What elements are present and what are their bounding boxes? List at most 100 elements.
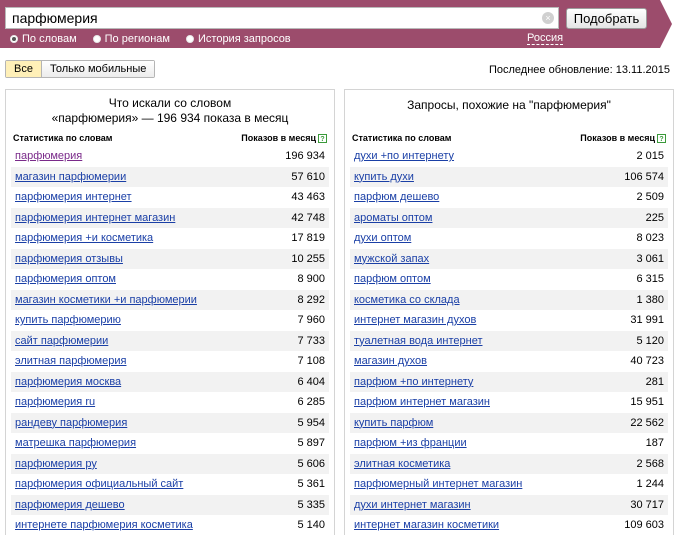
keyword-link[interactable]: интернете парфюмерия косметика [15, 519, 193, 531]
mode-query-history[interactable]: История запросов [186, 32, 291, 46]
keyword-link[interactable]: парфюмерия москва [15, 376, 121, 388]
tab-all[interactable]: Все [6, 61, 42, 77]
submit-button[interactable]: Подобрать [566, 8, 647, 29]
mode-label: По словам [22, 33, 77, 45]
radio-icon[interactable] [186, 35, 194, 43]
mode-label: История запросов [198, 33, 291, 45]
shows-count: 5 335 [297, 498, 325, 511]
table-row: интернете парфюмерия косметика 5 140 [11, 515, 329, 536]
shows-count: 6 285 [297, 396, 325, 409]
table-row: косметика со склада 1 380 [350, 289, 668, 310]
keyword-link[interactable]: духи +по интернету [354, 150, 454, 162]
keyword-link[interactable]: парфюмерия отзывы [15, 253, 123, 265]
table-row: парфюмерия дешево 5 335 [11, 494, 329, 515]
keyword-link[interactable]: интернет магазин косметики [354, 519, 499, 531]
table-row: духи интернет магазин 30 717 [350, 494, 668, 515]
keyword-link[interactable]: рандеву парфюмерия [15, 417, 127, 429]
keyword-link[interactable]: парфюмерия оптом [15, 273, 116, 285]
shows-count: 31 991 [630, 314, 664, 327]
col-shows-label: Показов в месяц [580, 133, 655, 143]
shows-count: 6 315 [636, 273, 664, 286]
column-header: Статистика по словам Показов в месяц? [352, 133, 666, 144]
shows-count: 57 610 [291, 170, 325, 183]
keyword-link[interactable]: парфюм интернет магазин [354, 396, 490, 408]
region-selector[interactable]: Россия [527, 32, 564, 45]
keyword-link[interactable]: парфюмерия +и косметика [15, 232, 153, 244]
keyword-link[interactable]: парфюм оптом [354, 273, 431, 285]
keyword-link[interactable]: сайт парфюмерии [15, 335, 108, 347]
radio-icon-selected[interactable] [10, 35, 18, 43]
radio-icon[interactable] [92, 35, 101, 43]
tab-mobile-only[interactable]: Только мобильные [41, 61, 155, 77]
keyword-link[interactable]: духи интернет магазин [354, 499, 471, 511]
shows-count: 10 255 [291, 252, 325, 265]
shows-count: 30 717 [630, 498, 664, 511]
search-header: парфюмерия × Подобрать По словам По реги… [0, 0, 680, 48]
table-row: духи оптом 8 023 [350, 228, 668, 249]
keyword-link[interactable]: элитная косметика [354, 458, 450, 470]
keyword-link[interactable]: парфюмерия ру [15, 458, 97, 470]
clear-icon[interactable]: × [542, 12, 554, 24]
table-row: парфюм +по интернету 281 [350, 371, 668, 392]
shows-count: 1 380 [636, 293, 664, 306]
keyword-link[interactable]: купить парфюм [354, 417, 433, 429]
keyword-link[interactable]: парфюмерный интернет магазин [354, 478, 522, 490]
mode-by-regions[interactable]: По регионам [92, 32, 170, 46]
table-row: сайт парфюмерии 7 733 [11, 330, 329, 351]
search-query: парфюмерия [12, 10, 98, 26]
table-row: парфюмерия москва 6 404 [11, 371, 329, 392]
shows-count: 106 574 [624, 170, 664, 183]
keyword-link[interactable]: интернет магазин духов [354, 314, 476, 326]
table-row: магазин косметики +и парфюмерии 8 292 [11, 289, 329, 310]
shows-count: 196 934 [285, 150, 325, 163]
keyword-link[interactable]: элитная парфюмерия [15, 355, 126, 367]
help-icon[interactable]: ? [318, 134, 327, 144]
table-row: ароматы оптом 225 [350, 207, 668, 228]
col-keyword-label: Статистика по словам [13, 133, 113, 144]
keyword-link[interactable]: парфюм +из франции [354, 437, 467, 449]
shows-count: 225 [645, 211, 664, 224]
keyword-link[interactable]: парфюм дешево [354, 191, 439, 203]
keyword-link[interactable]: косметика со склада [354, 294, 460, 306]
search-input[interactable]: парфюмерия × [5, 7, 559, 29]
column-header: Статистика по словам Показов в месяц? [13, 133, 327, 144]
keyword-link[interactable]: духи оптом [354, 232, 411, 244]
table-row: парфюмерия интернет 43 463 [11, 187, 329, 208]
help-icon[interactable]: ? [657, 134, 666, 144]
shows-count: 5 606 [297, 457, 325, 470]
keyword-link[interactable]: парфюм +по интернету [354, 376, 473, 388]
table-row: парфюмерный интернет магазин 1 244 [350, 474, 668, 495]
shows-count: 5 897 [297, 437, 325, 450]
table-row: парфюмерия +и косметика 17 819 [11, 228, 329, 249]
shows-count: 5 120 [636, 334, 664, 347]
col-shows-header: Показов в месяц? [580, 133, 666, 144]
keyword-link[interactable]: туалетная вода интернет [354, 335, 483, 347]
last-update-text: Последнее обновление: 13.11.2015 [488, 64, 670, 76]
keyword-link[interactable]: магазин косметики +и парфюмерии [15, 294, 197, 306]
keyword-link[interactable]: магазин парфюмерии [15, 171, 126, 183]
shows-count: 7 960 [297, 314, 325, 327]
table-row: парфюмерия официальный сайт 5 361 [11, 474, 329, 495]
keyword-link[interactable]: матрешка парфюмерия [15, 437, 136, 449]
keyword-link[interactable]: парфюмерия официальный сайт [15, 478, 183, 490]
keyword-link[interactable]: парфюмерия ru [15, 396, 95, 408]
keyword-link[interactable]: парфюмерия дешево [15, 499, 125, 511]
keyword-link[interactable]: купить парфюмерию [15, 314, 121, 326]
table-row: парфюмерия оптом 8 900 [11, 269, 329, 290]
keyword-link[interactable]: парфюмерия интернет магазин [15, 212, 175, 224]
shows-count: 8 023 [636, 232, 664, 245]
table-row: туалетная вода интернет 5 120 [350, 330, 668, 351]
keyword-link[interactable]: парфюмерия интернет [15, 191, 132, 203]
table-row: парфюм +из франции 187 [350, 433, 668, 454]
left-panel-words: Что искали со словом «парфюмерия» — 196 … [5, 89, 335, 535]
mode-label: По регионам [104, 33, 170, 45]
table-row: элитная косметика 2 568 [350, 453, 668, 474]
keyword-link[interactable]: ароматы оптом [354, 212, 432, 224]
col-keyword-label: Статистика по словам [352, 133, 452, 144]
keyword-link[interactable]: магазин духов [354, 355, 427, 367]
mode-by-words[interactable]: По словам [10, 32, 77, 46]
keyword-link[interactable]: парфюмерия [15, 150, 82, 162]
table-row: парфюм оптом 6 315 [350, 269, 668, 290]
keyword-link[interactable]: купить духи [354, 171, 414, 183]
keyword-link[interactable]: мужской запах [354, 253, 429, 265]
